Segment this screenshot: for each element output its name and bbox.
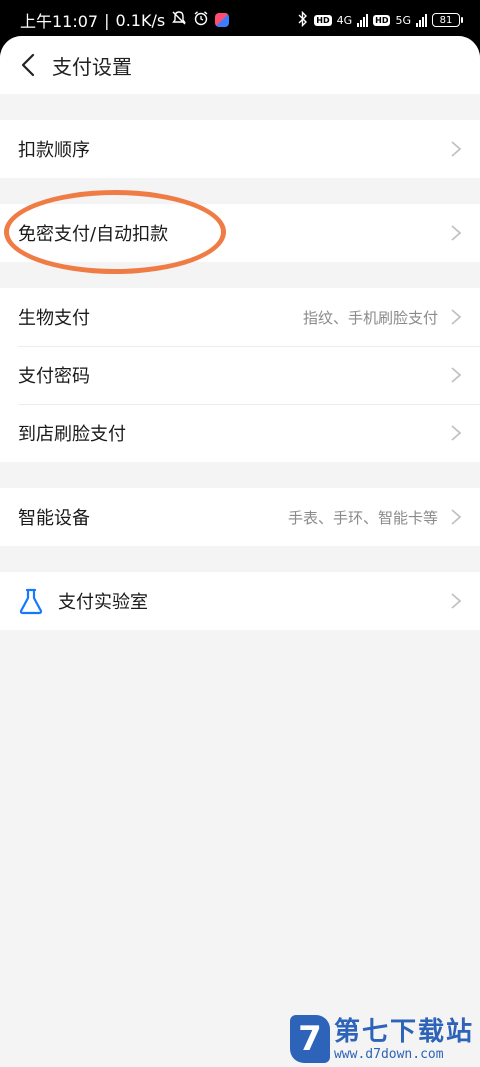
bluetooth-icon <box>297 10 309 30</box>
password-free-payment-row[interactable]: 免密支付/自动扣款 <box>0 190 480 274</box>
settings-group-devices: 智能设备 手表、手环、智能卡等 <box>0 488 480 546</box>
hd-badge-2: HD <box>373 14 391 26</box>
chevron-right-icon <box>451 309 462 325</box>
page-title: 支付设置 <box>52 54 132 79</box>
payment-password-row[interactable]: 支付密码 <box>0 346 480 404</box>
signal-bars-2-icon <box>416 13 427 27</box>
alarm-clock-icon <box>193 10 209 30</box>
network-type-1: 4G <box>336 13 353 27</box>
network-type-2: 5G <box>395 13 411 27</box>
flask-icon <box>19 588 43 615</box>
status-separator: | <box>104 10 110 30</box>
row-label: 支付实验室 <box>58 592 148 613</box>
status-net-speed: 0.1K/s <box>115 10 166 30</box>
payment-lab-row[interactable]: 支付实验室 <box>0 572 480 630</box>
status-right: HD 4G HD 5G 81 <box>297 10 463 30</box>
chevron-right-icon <box>451 141 462 157</box>
row-label: 扣款顺序 <box>18 140 90 161</box>
row-label: 到店刷脸支付 <box>18 424 126 445</box>
watermark-logo: 7 <box>289 1015 330 1063</box>
battery-icon: 81 <box>432 13 463 27</box>
status-left: 上午11:07 | 0.1K/s <box>20 8 230 32</box>
status-time: 上午11:07 <box>20 12 99 31</box>
watermark-text: 第七下载站 www.d7down.com <box>334 1017 474 1062</box>
settings-group-password-free: 免密支付/自动扣款 <box>0 190 480 274</box>
row-label: 生物支付 <box>18 308 90 329</box>
watermark-url: www.d7down.com <box>333 1046 444 1062</box>
row-value: 手表、手环、智能卡等 <box>287 508 438 527</box>
status-bar: 上午11:07 | 0.1K/s HD 4G HD 5G 81 <box>0 0 480 40</box>
chevron-right-icon <box>451 367 462 383</box>
settings-group-security: 生物支付 指纹、手机刷脸支付 支付密码 到店刷脸支付 <box>0 288 480 462</box>
smart-devices-row[interactable]: 智能设备 手表、手环、智能卡等 <box>0 488 480 546</box>
chevron-right-icon <box>451 225 462 241</box>
row-label: 支付密码 <box>18 366 90 387</box>
row-value: 指纹、手机刷脸支付 <box>302 308 438 327</box>
top-bar: 支付设置 <box>0 36 480 94</box>
settings-group-lab: 支付实验室 <box>0 572 480 630</box>
settings-group-deduction: 扣款顺序 <box>0 120 480 178</box>
hd-badge-1: HD <box>314 14 332 26</box>
chevron-right-icon <box>451 509 462 525</box>
deduction-order-row[interactable]: 扣款顺序 <box>0 120 480 178</box>
signal-bars-1-icon <box>357 13 369 27</box>
row-label: 免密支付/自动扣款 <box>18 224 169 245</box>
biometric-payment-row[interactable]: 生物支付 指纹、手机刷脸支付 <box>0 288 480 346</box>
app-notification-icon <box>215 13 230 27</box>
in-store-face-payment-row[interactable]: 到店刷脸支付 <box>0 404 480 462</box>
chevron-right-icon <box>451 425 462 441</box>
settings-page: 支付设置 扣款顺序 免密支付/自动扣款 生物支付 指纹、手机刷脸支付 支付密码 … <box>0 36 480 1067</box>
mute-bell-icon <box>171 10 187 30</box>
back-button[interactable] <box>0 36 56 94</box>
watermark-name: 第七下载站 <box>333 1016 474 1047</box>
chevron-left-icon <box>21 53 35 77</box>
row-label: 智能设备 <box>18 508 90 529</box>
phone-screen: 上午11:07 | 0.1K/s HD 4G HD 5G 81 支付设置 扣款顺… <box>0 0 480 1067</box>
chevron-right-icon <box>451 593 462 609</box>
site-watermark: 7 第七下载站 www.d7down.com <box>289 1015 474 1063</box>
